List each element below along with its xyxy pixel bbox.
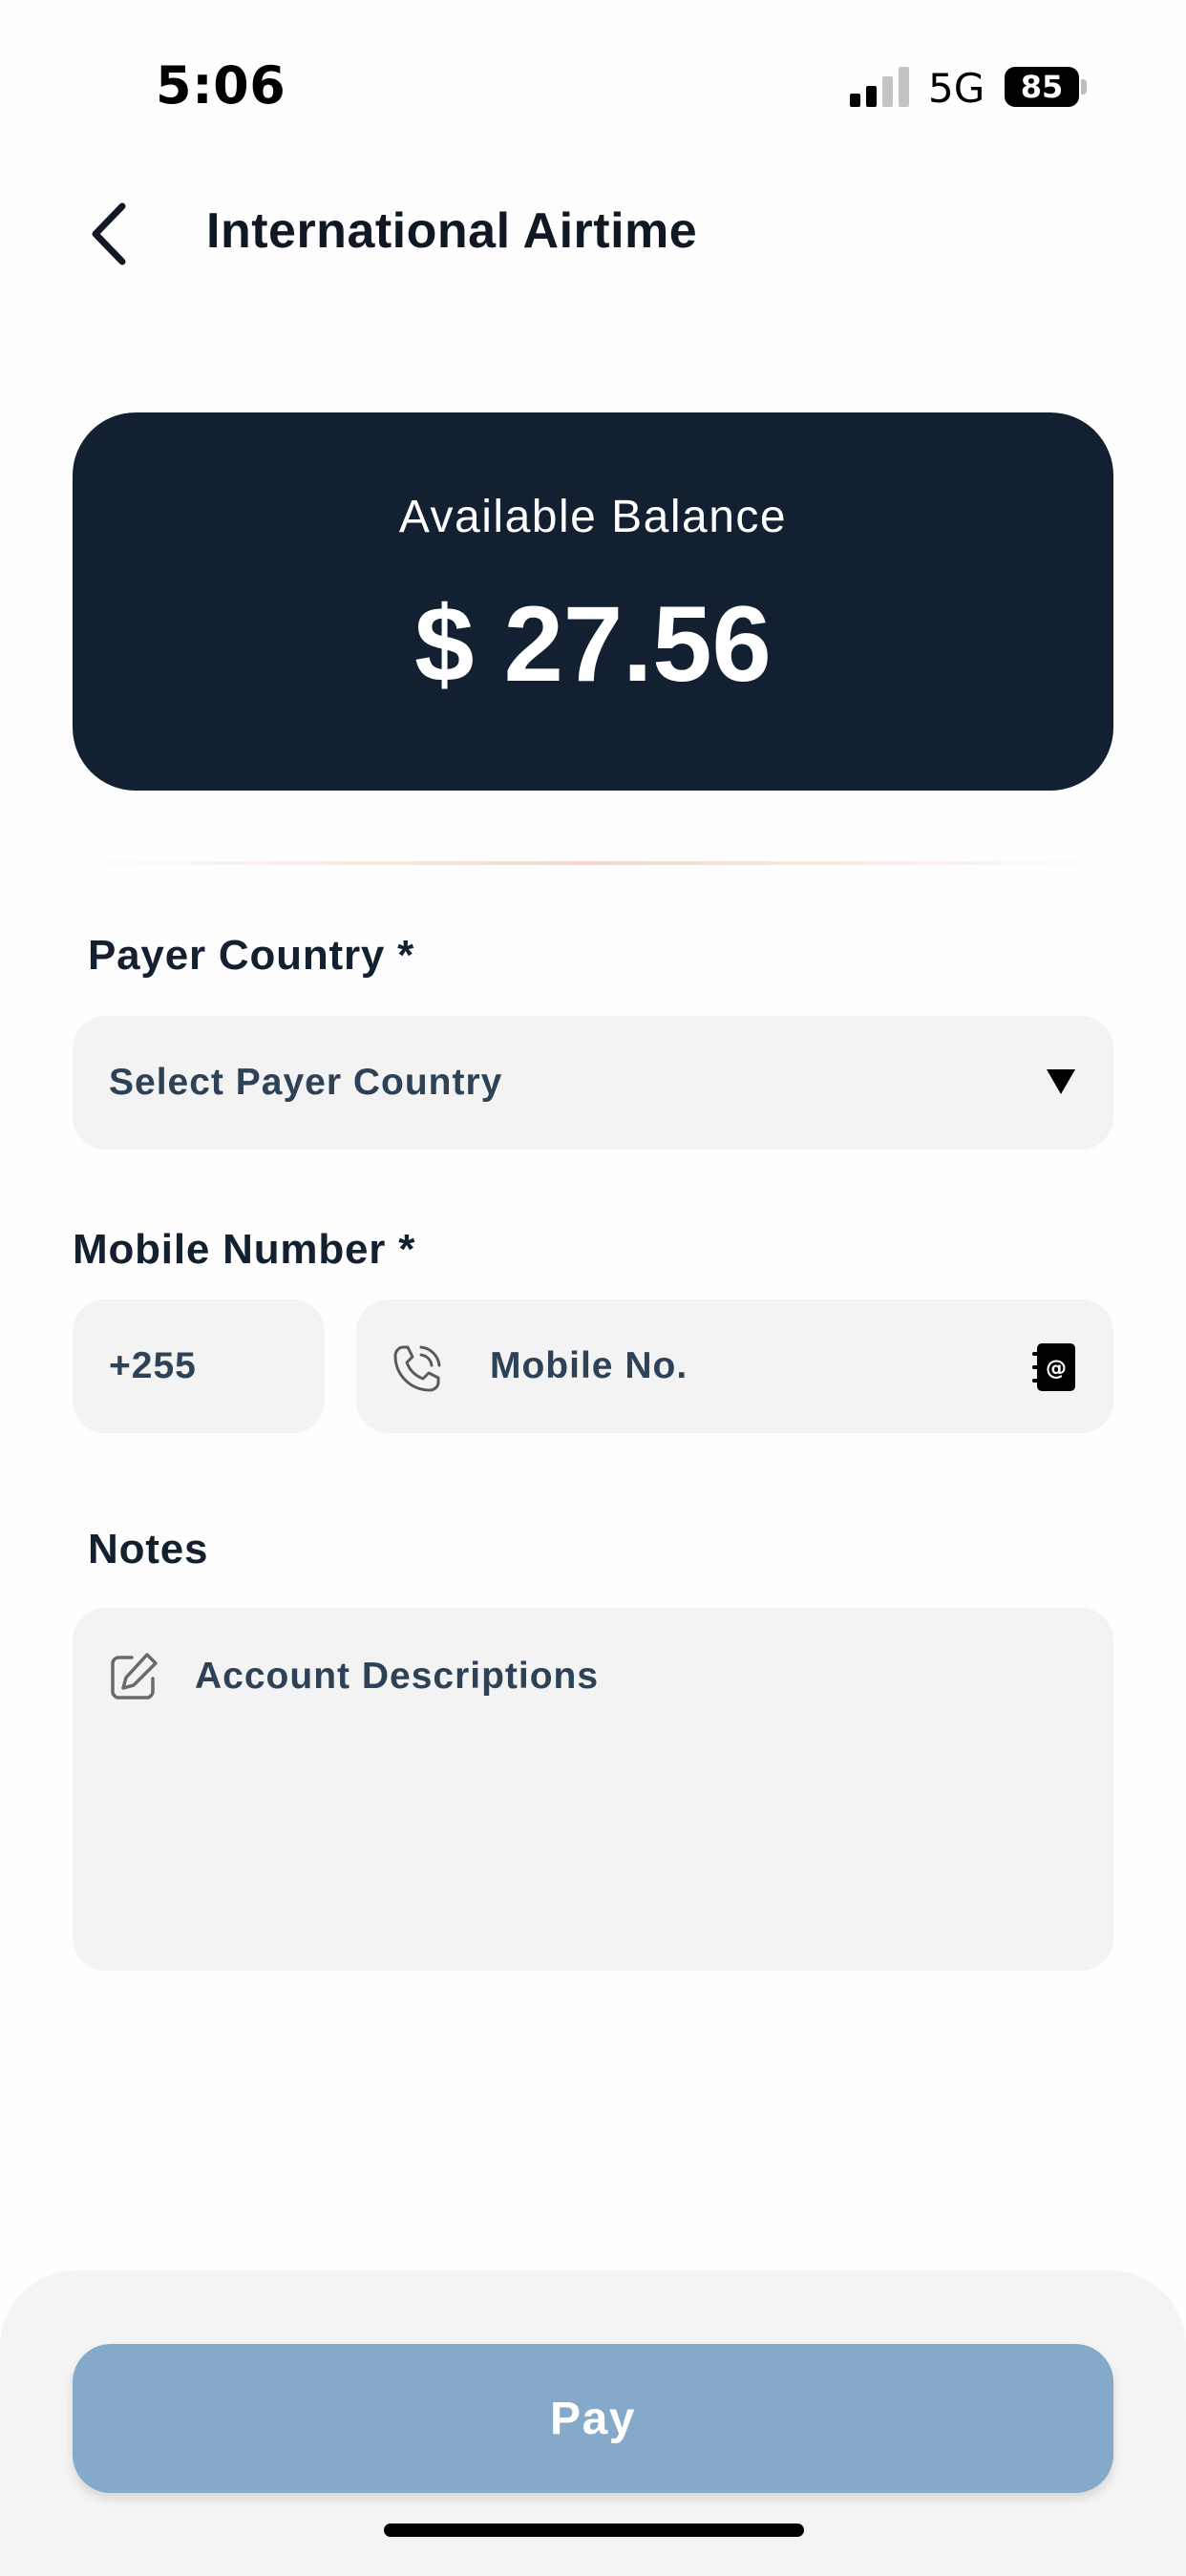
payer-country-label: Payer Country * — [88, 932, 415, 979]
contacts-book-icon[interactable]: @ — [1031, 1341, 1077, 1393]
status-time: 5:06 — [156, 55, 286, 116]
balance-label: Available Balance — [398, 492, 788, 542]
network-label: 5G — [928, 65, 985, 112]
back-button[interactable] — [80, 196, 138, 272]
country-code-value: +255 — [109, 1345, 197, 1386]
signal-icon — [850, 67, 909, 107]
payer-country-select[interactable]: Select Payer Country — [73, 1016, 1113, 1150]
mobile-number-label: Mobile Number * — [73, 1226, 416, 1273]
notes-textarea[interactable]: Account Descriptions — [73, 1608, 1113, 1971]
payer-country-placeholder: Select Payer Country — [109, 1062, 503, 1103]
phone-icon — [393, 1345, 441, 1392]
dropdown-arrow-icon — [1047, 1069, 1075, 1094]
battery-level: 85 — [1020, 69, 1064, 105]
page-title: International Airtime — [206, 203, 698, 259]
balance-card: Available Balance $ 27.56 — [73, 412, 1113, 791]
balance-amount: $ 27.56 — [414, 584, 772, 704]
edit-icon — [111, 1653, 158, 1700]
mobile-number-placeholder: Mobile No. — [490, 1345, 688, 1386]
home-indicator — [384, 2523, 804, 2537]
pay-button[interactable]: Pay — [73, 2344, 1113, 2493]
section-divider — [73, 861, 1113, 865]
pay-button-label: Pay — [550, 2393, 636, 2444]
svg-text:@: @ — [1046, 1357, 1067, 1381]
country-code-field[interactable]: +255 — [73, 1299, 325, 1433]
notes-label: Notes — [88, 1526, 209, 1573]
back-chevron-icon — [92, 202, 126, 265]
mobile-number-input[interactable]: Mobile No. @ — [356, 1299, 1113, 1433]
battery-icon: 85 — [1005, 67, 1087, 107]
notes-placeholder: Account Descriptions — [195, 1656, 600, 1697]
